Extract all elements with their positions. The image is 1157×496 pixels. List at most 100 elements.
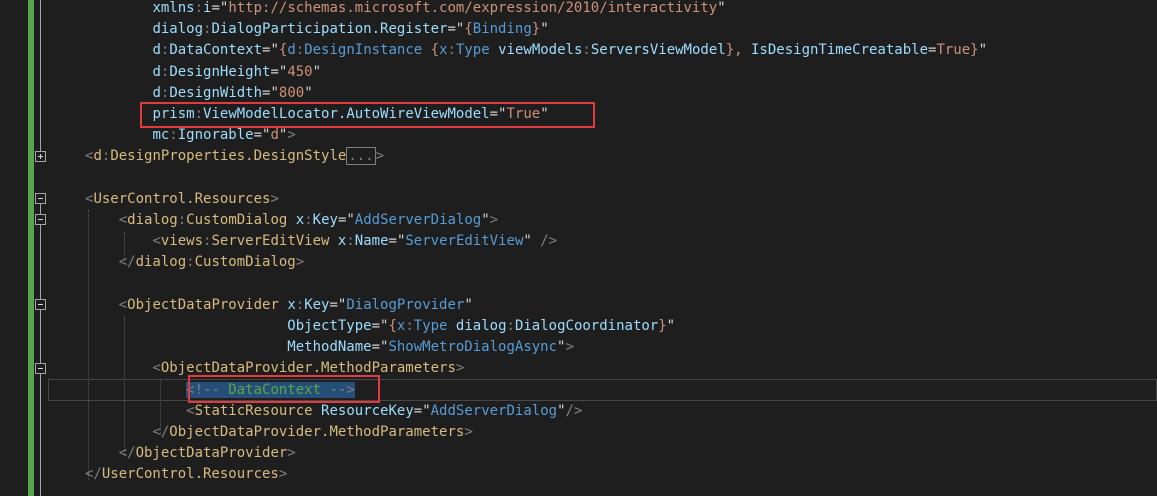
collapse-region-icon[interactable] <box>35 363 46 374</box>
code-token: " <box>978 42 988 59</box>
code-token: AddServerDialog <box>354 212 482 228</box>
highlight-datacontext-comment <box>188 375 380 403</box>
collapse-region-icon[interactable] <box>35 299 46 310</box>
code-token: : <box>346 233 355 250</box>
code-line[interactable]: <dialog:CustomDialog x:Key="AddServerDia… <box>85 210 1157 231</box>
code-line[interactable]: </dialog:CustomDialog> <box>85 252 1157 273</box>
code-line[interactable]: <d:DesignProperties.DesignStyle... > <box>85 146 1157 167</box>
code-token: ObjectType <box>287 318 372 334</box>
code-token: " <box>557 402 566 419</box>
code-token: /> <box>531 233 558 250</box>
code-token: " <box>464 296 473 313</box>
code-line[interactable]: MethodName="ShowMetroDialogAsync"> <box>85 337 1157 358</box>
code-line[interactable]: mc:Ignorable="d"> <box>85 125 1157 146</box>
collapsed-region[interactable]: ... <box>346 147 376 166</box>
code-token: =" <box>262 84 279 101</box>
code-token: : <box>405 318 414 334</box>
code-token: < <box>152 233 161 250</box>
code-line[interactable] <box>85 168 1157 189</box>
code-editor[interactable]: xmlns:i="http://schemas.microsoft.com/ex… <box>50 0 1157 496</box>
code-token: { <box>388 318 397 334</box>
code-line[interactable]: <StaticResource ResourceKey="AddServerDi… <box>85 401 1157 422</box>
change-tracking-bar <box>28 0 34 496</box>
code-line[interactable]: </ObjectDataProvider> <box>85 443 1157 464</box>
code-token: < <box>118 212 128 228</box>
code-line[interactable]: </ObjectDataProvider.MethodParameters> <box>85 422 1157 443</box>
code-token: > <box>455 360 465 377</box>
code-token: xmlns <box>152 0 195 16</box>
code-line[interactable] <box>85 274 1157 295</box>
code-token: d <box>93 148 102 165</box>
code-token: Type <box>455 42 490 59</box>
code-token: ServersViewModel <box>590 42 726 59</box>
code-token: < <box>186 402 195 419</box>
expand-region-icon[interactable] <box>35 151 46 162</box>
code-token: dialog <box>455 318 507 334</box>
code-token: DialogProvider <box>346 296 465 313</box>
code-token: ObjectDataProvider <box>135 445 288 462</box>
code-token: MethodName <box>287 339 372 356</box>
code-token: =" <box>337 212 355 228</box>
code-token: : <box>194 0 204 16</box>
fold-line <box>40 374 41 496</box>
code-token: d <box>270 127 279 144</box>
code-token: : <box>177 212 187 228</box>
code-token: DataContext <box>169 42 263 59</box>
code-token: : <box>295 296 305 313</box>
code-token: " <box>540 21 549 38</box>
code-token: > <box>464 424 473 440</box>
code-token: d <box>152 84 161 101</box>
code-line[interactable]: ObjectType="{x:Type dialog:DialogCoordin… <box>85 316 1157 337</box>
code-token: > <box>287 445 296 462</box>
code-token: > <box>565 339 574 356</box>
code-token: DialogCoordinator <box>514 318 659 334</box>
code-line[interactable]: d:DataContext="{d:DesignInstance {x:Type… <box>85 40 1157 61</box>
code-token: UserControl.Resources <box>93 190 271 207</box>
highlight-autowire-attribute <box>140 102 595 128</box>
code-token: { <box>422 42 440 59</box>
code-line[interactable]: <ObjectDataProvider x:Key="DialogProvide… <box>85 295 1157 316</box>
code-token: True} <box>936 42 979 59</box>
code-token: " <box>312 63 322 80</box>
fold-line <box>40 0 41 151</box>
code-line[interactable]: <UserControl.Resources> <box>85 189 1157 210</box>
fold-line <box>40 310 41 363</box>
code-token: : <box>582 42 591 59</box>
collapse-region-icon[interactable] <box>35 193 46 204</box>
code-line[interactable]: <views:ServerEditView x:Name="ServerEdit… <box>85 231 1157 252</box>
code-token: DesignHeight <box>169 63 271 80</box>
code-line[interactable]: dialog:DialogParticipation.Register="{Bi… <box>85 19 1157 40</box>
code-token: { <box>464 21 473 38</box>
code-token: > <box>489 212 499 228</box>
code-token: : <box>295 42 305 59</box>
code-token: " <box>666 318 676 334</box>
code-token: mc <box>152 127 170 144</box>
code-token: =" <box>413 402 431 419</box>
code-token: =" <box>371 318 389 334</box>
code-line[interactable]: d:DesignHeight="450" <box>85 62 1157 83</box>
code-token: IsDesignTimeCreatable <box>751 42 929 59</box>
collapse-region-icon[interactable] <box>35 214 46 225</box>
code-token: =" <box>447 21 465 38</box>
code-token: DesignProperties.DesignStyle <box>110 148 347 165</box>
code-token: " <box>304 84 313 101</box>
code-line[interactable]: </UserControl.Resources> <box>85 464 1157 485</box>
code-line[interactable]: xmlns:i="http://schemas.microsoft.com/ex… <box>85 0 1157 19</box>
fold-line <box>40 204 41 214</box>
code-token: > <box>375 148 385 165</box>
code-line[interactable]: d:DesignWidth="800" <box>85 83 1157 104</box>
code-token: : <box>169 127 178 144</box>
